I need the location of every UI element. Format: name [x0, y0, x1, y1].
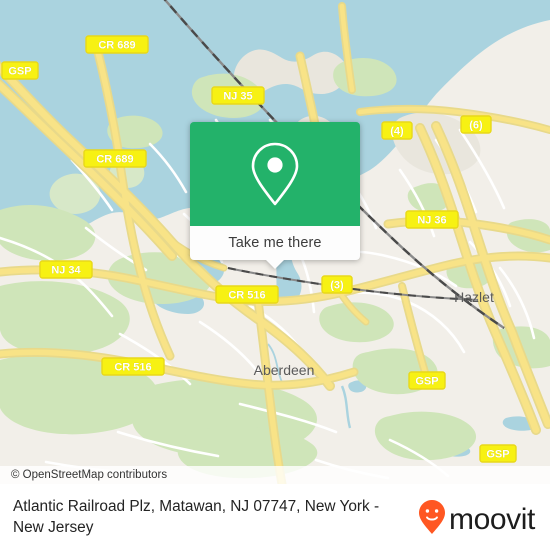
road-shield: CR 689 — [83, 149, 147, 168]
osm-attribution: © OpenStreetMap contributors — [0, 466, 550, 484]
popup-header — [190, 122, 360, 226]
road-shield-label: CR 516 — [228, 289, 265, 301]
road-shield-label: NJ 36 — [417, 214, 446, 226]
road-shield-label: NJ 34 — [51, 264, 81, 276]
footer-bar: Atlantic Railroad Plz, Matawan, NJ 07747… — [0, 484, 550, 550]
road-shield-label: (4) — [390, 125, 404, 137]
road-shield: CR 516 — [215, 285, 279, 304]
place-label-hazlet: Hazlet — [454, 289, 494, 305]
road-shield: CR 689 — [85, 35, 149, 54]
map-screenshot: Hazlet Aberdeen GSP CR 689 CR 689 NJ 35 (4) (… — [0, 0, 550, 550]
location-title: Atlantic Railroad Plz, Matawan, NJ 07747… — [13, 498, 380, 536]
road-shield-label: CR 689 — [98, 39, 135, 51]
road-shield: NJ 35 — [211, 86, 265, 105]
location-pin-icon — [247, 140, 303, 208]
road-shield-label: GSP — [8, 65, 31, 77]
take-me-there-button[interactable]: Take me there — [190, 226, 360, 260]
road-shield-label: GSP — [415, 375, 438, 387]
road-shield: GSP — [408, 371, 446, 390]
road-shield-label: GSP — [486, 448, 509, 460]
road-shield: (4) — [381, 121, 413, 140]
road-shield: NJ 34 — [39, 260, 93, 279]
moovit-logo[interactable]: moovit — [416, 498, 550, 536]
take-me-there-label: Take me there — [228, 235, 322, 251]
road-shield-label: (6) — [469, 119, 483, 131]
road-shield-label: CR 689 — [96, 153, 133, 165]
road-shield: GSP — [1, 61, 39, 80]
road-shield: (6) — [460, 115, 492, 134]
road-shield-label: CR 516 — [114, 361, 151, 373]
location-popup-card[interactable]: Take me there — [190, 122, 360, 269]
road-shield: NJ 36 — [405, 210, 459, 229]
place-label-aberdeen: Aberdeen — [254, 362, 315, 378]
road-shield-label: NJ 35 — [223, 90, 252, 102]
road-shield: (3) — [321, 275, 353, 294]
road-shield-label: (3) — [330, 279, 344, 291]
moovit-wordmark: moovit — [449, 503, 536, 536]
moovit-smiley-pin-icon — [419, 500, 445, 534]
popup-pointer-tail — [266, 260, 284, 269]
road-shield: GSP — [479, 444, 517, 463]
road-shield: CR 516 — [101, 357, 165, 376]
